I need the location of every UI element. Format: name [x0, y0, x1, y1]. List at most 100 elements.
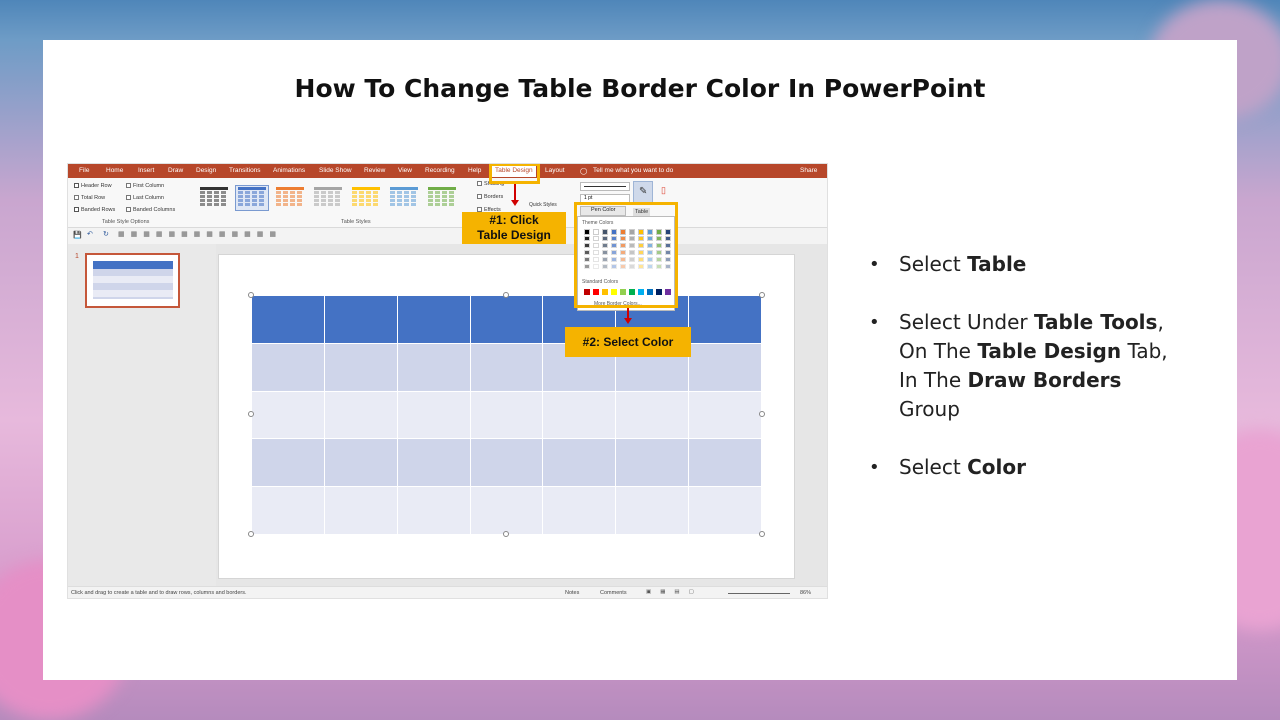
- table-style-option[interactable]: [388, 186, 420, 210]
- pencil-icon: ✎: [639, 186, 648, 197]
- style-preview-row: [314, 195, 342, 198]
- resize-handle[interactable]: [759, 531, 765, 537]
- table-cell[interactable]: [323, 438, 398, 488]
- tab-transitions[interactable]: Transitions: [229, 167, 261, 174]
- table-cell[interactable]: [542, 390, 617, 440]
- slide-thumbnail-pane: 1: [68, 244, 216, 586]
- style-preview-row: [276, 199, 304, 202]
- tab-recording[interactable]: Recording: [425, 167, 455, 174]
- table-cell[interactable]: [323, 295, 398, 344]
- style-preview-row: [200, 191, 228, 194]
- resize-handle[interactable]: [759, 292, 765, 298]
- comments-button[interactable]: Comments: [600, 590, 627, 596]
- borders-button[interactable]: Borders: [477, 194, 503, 200]
- table-row[interactable]: [251, 486, 762, 535]
- tab-home[interactable]: Home: [106, 167, 123, 174]
- shading-icon: [477, 181, 482, 187]
- tab-design[interactable]: Design: [196, 167, 216, 174]
- draw-table-button[interactable]: ✎: [633, 181, 653, 203]
- table-style-option[interactable]: [350, 186, 382, 210]
- instruction-step1: Select Table: [869, 250, 1169, 279]
- tab-help[interactable]: Help: [468, 167, 481, 174]
- slide-number: 1: [75, 253, 79, 260]
- checkbox-box: [126, 183, 131, 189]
- table-cell[interactable]: [251, 295, 325, 344]
- table-cell[interactable]: [469, 295, 544, 344]
- table-cell[interactable]: [688, 438, 762, 488]
- thumb-header: [93, 261, 173, 269]
- table-row[interactable]: [251, 438, 762, 488]
- highlight-pen-color: [574, 202, 678, 308]
- table-cell[interactable]: [251, 438, 325, 488]
- tab-review[interactable]: Review: [364, 167, 385, 174]
- table-cell[interactable]: [251, 486, 325, 535]
- callout-step2: #2: Select Color: [565, 327, 691, 357]
- table-cell[interactable]: [615, 390, 690, 440]
- tab-draw[interactable]: Draw: [168, 167, 183, 174]
- tab-file[interactable]: File: [79, 167, 89, 174]
- zoom-slider[interactable]: [728, 593, 790, 594]
- table-cell[interactable]: [469, 438, 544, 488]
- table-cell[interactable]: [251, 390, 325, 440]
- checkbox-total-row[interactable]: Total Row: [74, 195, 105, 201]
- table-cell[interactable]: [323, 486, 398, 535]
- borders-icon: [477, 194, 482, 200]
- quick-styles-button[interactable]: Quick Styles: [529, 202, 557, 208]
- table-style-option[interactable]: [274, 186, 306, 210]
- table-cell[interactable]: [469, 390, 544, 440]
- table-cell[interactable]: [396, 390, 471, 440]
- table-style-option[interactable]: [235, 185, 269, 211]
- table-cell[interactable]: [323, 342, 398, 392]
- highlight-table-design-tab: [489, 164, 540, 184]
- tell-me-search[interactable]: Tell me what you want to do: [593, 167, 673, 174]
- resize-handle[interactable]: [248, 292, 254, 298]
- table-cell[interactable]: [396, 438, 471, 488]
- save-icon[interactable]: 💾: [73, 231, 82, 239]
- checkbox-banded-columns[interactable]: Banded Columns: [126, 207, 175, 213]
- table-row[interactable]: [251, 390, 762, 440]
- slide-thumbnail[interactable]: [85, 253, 180, 308]
- checkbox-first-column[interactable]: First Column: [126, 183, 164, 189]
- resize-handle[interactable]: [248, 531, 254, 537]
- table-cell[interactable]: [396, 295, 471, 344]
- table-cell[interactable]: [251, 342, 325, 392]
- undo-icon[interactable]: ↶: [87, 230, 93, 238]
- share-button[interactable]: Share: [800, 167, 817, 174]
- table-style-option[interactable]: [198, 186, 230, 210]
- pen-style-dropdown[interactable]: [580, 182, 630, 191]
- table-cell[interactable]: [469, 486, 544, 535]
- table-cell[interactable]: [396, 342, 471, 392]
- table-cell[interactable]: [688, 390, 762, 440]
- tab-slide-show[interactable]: Slide Show: [319, 167, 352, 174]
- redo-icon[interactable]: ↻: [103, 230, 109, 238]
- tab-layout[interactable]: Layout: [545, 167, 565, 174]
- tab-animations[interactable]: Animations: [273, 167, 305, 174]
- table-cell[interactable]: [688, 342, 762, 392]
- table-style-option[interactable]: [312, 186, 344, 210]
- notes-button[interactable]: Notes: [565, 590, 579, 596]
- table-style-option[interactable]: [426, 186, 458, 210]
- eraser-button[interactable]: ▯: [658, 181, 674, 203]
- table-cell[interactable]: [688, 486, 762, 535]
- checkbox-last-column[interactable]: Last Column: [126, 195, 164, 201]
- checkbox-banded-rows[interactable]: Banded Rows: [74, 207, 115, 213]
- table-cell[interactable]: [688, 295, 762, 344]
- style-preview-row: [200, 187, 228, 190]
- tab-view[interactable]: View: [398, 167, 412, 174]
- view-buttons[interactable]: ▣▦▤▢: [646, 589, 703, 595]
- table-cell[interactable]: [396, 486, 471, 535]
- resize-handle[interactable]: [503, 292, 509, 298]
- table-cell[interactable]: [542, 438, 617, 488]
- tab-insert[interactable]: Insert: [138, 167, 154, 174]
- table-cell[interactable]: [542, 486, 617, 535]
- resize-handle[interactable]: [759, 411, 765, 417]
- table-cell[interactable]: [469, 342, 544, 392]
- table-cell[interactable]: [323, 390, 398, 440]
- resize-handle[interactable]: [503, 531, 509, 537]
- table-cell[interactable]: [615, 438, 690, 488]
- zoom-level[interactable]: 86%: [800, 590, 811, 596]
- table-cell[interactable]: [615, 486, 690, 535]
- checkbox-header-row[interactable]: Header Row: [74, 183, 112, 189]
- resize-handle[interactable]: [248, 411, 254, 417]
- arrow-step1-line: [514, 184, 516, 200]
